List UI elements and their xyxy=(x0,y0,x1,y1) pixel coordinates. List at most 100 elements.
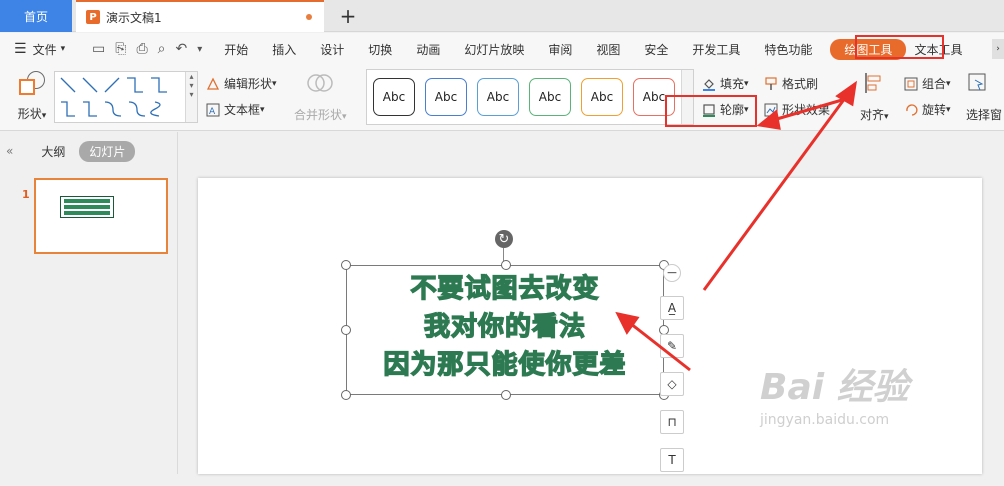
shape-label: 形状 xyxy=(17,107,42,121)
menu-bar: ☰ 文件 ▾ ▭ ⎘ ⎙ ⌕ ↶ ▾ 开始 插入 设计 切换 动画 幻灯片放映 … xyxy=(0,33,1004,65)
text-wrap-icon[interactable]: T xyxy=(660,448,684,472)
menu-item-insert[interactable]: 插入 xyxy=(260,41,308,58)
outline-icon[interactable]: ⊓ xyxy=(660,410,684,434)
fill-button[interactable]: 填充 ▾ xyxy=(702,75,749,92)
chevron-down-icon: ▾ xyxy=(946,104,951,115)
shape-button[interactable]: 形状▾ xyxy=(10,71,54,122)
align-icon xyxy=(862,71,886,98)
new-tab-button[interactable]: + xyxy=(336,4,360,28)
edit-shape-button[interactable]: 编辑形状 ▾ xyxy=(206,75,277,92)
chevron-down-icon: ▾ xyxy=(41,111,47,121)
align-label: 对齐 xyxy=(860,108,885,122)
gallery-scroll[interactable]: ▴ ▾ ▾ xyxy=(185,72,197,122)
menu-item-slideshow[interactable]: 幻灯片放映 xyxy=(452,41,536,58)
group-label: 组合 xyxy=(922,77,947,91)
annotation-box-drawing-tools xyxy=(855,35,944,59)
resize-handle-top-left[interactable] xyxy=(341,260,351,270)
align-button[interactable]: 对齐▾ xyxy=(860,71,889,123)
chevron-down-icon: ▾ xyxy=(260,104,265,115)
print-icon[interactable]: ⎙ xyxy=(136,41,147,57)
tab-outline[interactable]: 大纲 xyxy=(31,141,75,162)
chevron-down-icon: ▾ xyxy=(744,78,749,89)
group-icon xyxy=(904,77,918,91)
style-sample-2[interactable]: Abc xyxy=(425,78,467,116)
line-shapes-gallery[interactable]: ▴ ▾ ▾ xyxy=(54,71,198,123)
fill-bucket-icon xyxy=(702,77,716,91)
preview-icon[interactable]: ⌕ xyxy=(158,41,166,57)
document-title: 演示文稿1 xyxy=(106,10,162,25)
export-icon[interactable]: ⎘ xyxy=(115,41,126,57)
tab-document[interactable]: P 演示文稿1 xyxy=(76,0,324,32)
menu-item-security[interactable]: 安全 xyxy=(632,41,680,58)
undo-icon[interactable]: ↶ xyxy=(175,41,187,57)
text-style-icon[interactable]: A̲ xyxy=(660,296,684,320)
merge-shape-button[interactable]: 合并形状▾ xyxy=(294,71,347,123)
rotate-icon xyxy=(904,103,918,117)
redo-icon[interactable]: ▾ xyxy=(197,44,202,55)
text-line-2[interactable]: 我对你的看法 xyxy=(347,308,663,346)
format-painter-label: 格式刷 xyxy=(782,77,819,91)
pen-icon[interactable]: ✎ xyxy=(660,334,684,358)
selection-pane-button[interactable]: 选择窗 xyxy=(966,71,1002,123)
chevron-down-icon: ▾ xyxy=(342,112,347,122)
text-line-1[interactable]: 不要试图去改变 xyxy=(347,270,663,308)
resize-handle-bottom[interactable] xyxy=(501,390,511,400)
shape-effect-label: 形状效果 xyxy=(782,103,831,117)
resize-handle-top[interactable] xyxy=(501,260,511,270)
text-box[interactable]: ↻ 不要试图去改变 我对你的看法 因为那只能使你更差 xyxy=(341,230,669,400)
style-sample-4[interactable]: Abc xyxy=(529,78,571,116)
unsaved-dot-icon xyxy=(306,14,312,20)
save-icon[interactable]: ▭ xyxy=(92,41,105,57)
merge-shape-label: 合并形状 xyxy=(294,108,343,122)
shape-effect-button[interactable]: 形状效果 xyxy=(764,101,830,118)
slide-thumbnail[interactable] xyxy=(34,178,168,254)
watermark-url: jingyan.baidu.com xyxy=(760,412,890,428)
group-button[interactable]: 组合 ▾ xyxy=(904,75,951,92)
collapse-panel-icon[interactable]: « xyxy=(6,144,13,158)
selection-pane-label: 选择窗 xyxy=(966,108,1003,122)
chevron-down-icon: ▾ xyxy=(884,112,889,122)
format-painter-icon xyxy=(764,76,778,91)
quick-access-toolbar: ▭ ⎘ ⎙ ⌕ ↶ ▾ xyxy=(92,41,202,57)
textbox-button[interactable]: A 文本框 ▾ xyxy=(206,101,265,118)
edit-shape-label: 编辑形状 xyxy=(224,77,273,91)
resize-handle-bottom-left[interactable] xyxy=(341,390,351,400)
menu-scroll-right-icon[interactable]: › xyxy=(992,39,1004,59)
menu-item-design[interactable]: 设计 xyxy=(308,41,356,58)
menu-item-transitions[interactable]: 切换 xyxy=(356,41,404,58)
style-sample-1[interactable]: Abc xyxy=(373,78,415,116)
ribbon: 形状▾ ▴ ▾ ▾ 编辑形状 ▾ A 文本框 ▾ 合并形状▾ Abc Abc Abc A… xyxy=(0,65,1004,131)
menu-item-review[interactable]: 审阅 xyxy=(536,41,584,58)
text-line-3[interactable]: 因为那只能使你更差 xyxy=(347,346,663,384)
rotate-label: 旋转 xyxy=(922,103,947,117)
chevron-down-icon: ▾ xyxy=(946,78,951,89)
collapse-toolbar-icon[interactable]: − xyxy=(663,264,681,282)
menu-item-features[interactable]: 特色功能 xyxy=(752,41,824,58)
watermark: Bai 经验 jingyan.baidu.com xyxy=(760,358,1000,468)
selection-pane-icon xyxy=(966,71,990,98)
chevron-down-icon: ▾ xyxy=(272,78,277,89)
menu-item-animations[interactable]: 动画 xyxy=(404,41,452,58)
menu-item-developer[interactable]: 开发工具 xyxy=(680,41,752,58)
rotate-handle-icon[interactable]: ↻ xyxy=(495,230,513,248)
tab-bar: 首页 P 演示文稿1 + xyxy=(0,0,1004,32)
tab-slides[interactable]: 幻灯片 xyxy=(79,140,136,162)
fill-label: 填充 xyxy=(720,77,745,91)
format-painter-button[interactable]: 格式刷 xyxy=(764,75,818,92)
merge-shape-icon xyxy=(306,71,334,98)
tab-home-label: 首页 xyxy=(23,9,48,24)
rotate-button[interactable]: 旋转 ▾ xyxy=(904,101,951,118)
resize-handle-left[interactable] xyxy=(341,325,351,335)
file-menu[interactable]: ☰ 文件 ▾ xyxy=(0,41,88,58)
fill-bucket-icon[interactable]: ◇ xyxy=(660,372,684,396)
style-sample-5[interactable]: Abc xyxy=(581,78,623,116)
menu-item-home[interactable]: 开始 xyxy=(212,41,260,58)
menu-item-view[interactable]: 视图 xyxy=(584,41,632,58)
hamburger-icon: ☰ xyxy=(14,41,27,57)
style-sample-3[interactable]: Abc xyxy=(477,78,519,116)
shape-style-gallery: Abc Abc Abc Abc Abc Abc xyxy=(366,69,694,125)
tab-home[interactable]: 首页 xyxy=(0,0,72,32)
floating-toolbar: − A̲ ✎ ◇ ⊓ T xyxy=(660,264,686,486)
annotation-box-outline xyxy=(665,95,757,127)
edit-shape-icon xyxy=(206,77,220,91)
